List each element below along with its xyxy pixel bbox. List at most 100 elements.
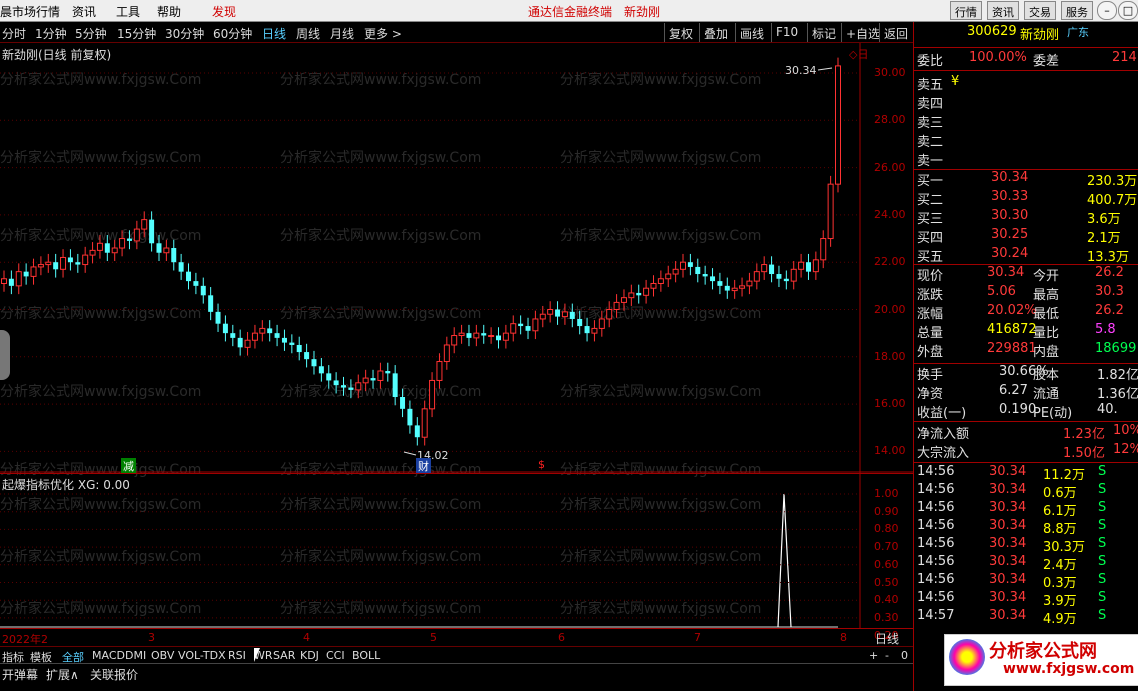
period-1min[interactable]: 1分钟 <box>35 25 67 42</box>
stat-label: 涨跌 <box>917 288 944 303</box>
tab-cci[interactable]: CCI <box>326 649 345 662</box>
minimize-icon[interactable]: – <box>1097 1 1117 20</box>
candle-body <box>466 333 472 338</box>
zoom-reset-button[interactable]: 0 <box>901 649 908 662</box>
price-axis-label: 30.00 <box>874 66 906 79</box>
month-label: 7 <box>694 631 701 644</box>
sell-level-row[interactable]: 卖四 <box>917 93 1136 112</box>
candle-body <box>304 352 310 360</box>
maximize-icon[interactable]: □ <box>1118 1 1138 20</box>
sell-level-row[interactable]: 卖一 <box>917 150 1136 169</box>
period-30min[interactable]: 30分钟 <box>165 25 204 42</box>
finance-marker[interactable]: 财 <box>416 458 431 474</box>
tick-row[interactable]: 14:56 30.34 30.3万 S <box>917 536 1136 555</box>
collapse-icon[interactable]: ◇日 <box>849 48 868 61</box>
sell-level-row[interactable]: 卖二 <box>917 131 1136 150</box>
period-fenshi[interactable]: 分时 <box>2 25 26 42</box>
btn-back[interactable]: 返回 <box>879 23 912 42</box>
tab-vol-tdx[interactable]: VOL-TDX <box>178 649 226 662</box>
logo-box: 分析家公式网 www.fxjgsw.com <box>944 634 1138 686</box>
menu-help[interactable]: 帮助 <box>157 3 181 20</box>
fundamental-row: 净资 6.27 流通 1.36亿 <box>917 383 1138 402</box>
btn-diejia[interactable]: 叠加 <box>699 23 732 42</box>
btn-market[interactable]: 行情 <box>950 1 982 20</box>
btn-huaxian[interactable]: 画线 <box>735 23 768 42</box>
candle-body <box>274 333 280 338</box>
tab-sar[interactable]: SAR <box>273 649 295 662</box>
fund-value: 1.82亿 <box>1097 368 1138 383</box>
period-15min[interactable]: 15分钟 <box>117 25 156 42</box>
candle-body <box>488 335 495 338</box>
tick-row[interactable]: 14:56 30.34 0.3万 S <box>917 572 1136 591</box>
menu-tools[interactable]: 工具 <box>116 3 140 20</box>
tab-boll[interactable]: BOLL <box>352 649 380 662</box>
tick-row[interactable]: 14:56 30.34 8.8万 S <box>917 518 1136 537</box>
tick-row[interactable]: 14:56 30.34 6.1万 S <box>917 500 1136 519</box>
buy-level-row[interactable]: 买四 30.25 2.1万 <box>917 227 1136 246</box>
candle-body <box>443 344 450 363</box>
btn-news[interactable]: 资讯 <box>987 1 1019 20</box>
candle-body <box>769 264 775 275</box>
tick-row[interactable]: 14:56 30.34 11.2万 S <box>917 464 1136 483</box>
reduce-marker[interactable]: 减 <box>121 458 136 474</box>
tick-price: 30.34 <box>989 536 1027 551</box>
candle-body <box>333 380 339 386</box>
tick-price: 30.34 <box>989 518 1027 533</box>
expand-button[interactable]: 扩展∧ <box>46 666 79 683</box>
fund-flow-row: 大宗流入 1.50亿 12% <box>917 442 1138 461</box>
zoom-in-button[interactable]: + <box>869 649 878 662</box>
tab-rsi[interactable]: RSI <box>228 649 246 662</box>
related-quote-button[interactable]: 关联报价 <box>90 666 138 683</box>
sell-level-row[interactable]: 卖五 ¥ <box>917 74 1136 93</box>
tick-row[interactable]: 14:56 30.34 3.9万 S <box>917 590 1136 609</box>
candle-body <box>244 339 251 348</box>
btn-biaoji[interactable]: 标记 <box>807 23 840 42</box>
dividend-marker[interactable]: $ <box>538 458 545 471</box>
buy-level-row[interactable]: 买三 30.30 3.6万 <box>917 208 1136 227</box>
candle-body <box>171 248 177 263</box>
menu-market[interactable]: 晨市场行情 <box>0 3 60 20</box>
stat-row: 外盘 229881 内盘 18699 <box>917 341 1136 360</box>
kline-chart[interactable]: 分析家公式网www.fxjgsw.Com 分析家公式网www.fxjgsw.Co… <box>0 43 913 478</box>
tick-row[interactable]: 14:57 30.34 4.9万 S <box>917 608 1136 627</box>
tab-obv[interactable]: OBV <box>151 649 174 662</box>
level-label: 卖五 <box>917 78 944 93</box>
tick-volume: 4.9万 <box>1043 612 1077 627</box>
tick-time: 14:56 <box>917 482 955 497</box>
buy-level-row[interactable]: 买二 30.33 400.7万 <box>917 189 1137 208</box>
period-daily[interactable]: 日线 <box>262 25 286 42</box>
btn-f10[interactable]: F10 <box>771 23 802 42</box>
fundamental-row: 收益(一) 0.190 PE(动) 40. <box>917 402 1136 421</box>
tab-macd[interactable]: MACD <box>92 649 125 662</box>
danmu-button[interactable]: 开弹幕 <box>2 666 38 683</box>
candle-body <box>15 271 22 287</box>
buy-level-row[interactable]: 买五 30.24 13.3万 <box>917 246 1136 265</box>
period-60min[interactable]: 60分钟 <box>213 25 252 42</box>
flower-logo-icon <box>949 639 985 675</box>
tab-kdj[interactable]: KDJ <box>300 649 319 662</box>
period-more[interactable]: 更多 > <box>364 25 402 42</box>
tick-row[interactable]: 14:56 30.34 0.6万 S <box>917 482 1136 501</box>
mouse-cursor-icon <box>254 648 260 662</box>
candle-body <box>481 333 487 336</box>
menu-discover[interactable]: 发现 <box>212 3 236 20</box>
zoom-out-button[interactable]: - <box>885 649 889 662</box>
buy-level-row[interactable]: 买一 30.34 230.3万 <box>917 170 1137 189</box>
btn-add-favorite[interactable]: +自选 <box>841 23 884 42</box>
period-weekly[interactable]: 周线 <box>296 25 320 42</box>
period-monthly[interactable]: 月线 <box>330 25 354 42</box>
stat-row: 涨幅 20.02% 最低 26.2 <box>917 303 1136 322</box>
menu-news[interactable]: 资讯 <box>72 3 96 20</box>
indicator-axis-label: 0.90 <box>874 504 899 518</box>
tick-row[interactable]: 14:56 30.34 2.4万 S <box>917 554 1136 573</box>
stat-value: 26.2 <box>1095 265 1124 280</box>
level-label: 卖三 <box>917 116 944 131</box>
btn-fuquan[interactable]: 复权 <box>664 23 697 42</box>
side-handle[interactable] <box>0 330 10 380</box>
btn-trade[interactable]: 交易 <box>1024 1 1056 20</box>
btn-service[interactable]: 服务 <box>1061 1 1093 20</box>
indicator-panel[interactable]: 起爆指标优化 XG: 0.00 分析家公式网www.fxjgsw.Com 分析家… <box>0 473 913 642</box>
tab-dmi[interactable]: DMI <box>125 649 146 662</box>
sell-level-row[interactable]: 卖三 <box>917 112 1136 131</box>
period-5min[interactable]: 5分钟 <box>75 25 107 42</box>
